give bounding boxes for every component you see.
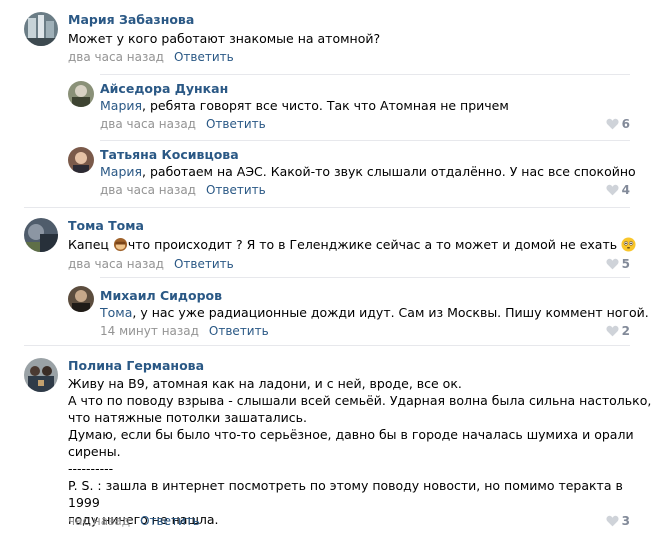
reply-button[interactable]: Ответить: [209, 324, 269, 338]
divider: [100, 277, 630, 278]
divider: [100, 74, 630, 75]
heart-icon: [606, 184, 619, 196]
heart-icon: [606, 515, 619, 527]
heart-icon: [606, 258, 619, 270]
like-button[interactable]: 4: [606, 183, 630, 197]
comment-text: Живу на В9, атомная как на ладони, и с н…: [68, 376, 652, 527]
comment-author[interactable]: Михаил Сидоров: [100, 288, 222, 303]
heart-icon: [606, 325, 619, 337]
mention-link[interactable]: Тома: [100, 305, 132, 320]
comment: Полина Германова Живу на В9, атомная как…: [0, 348, 656, 534]
avatar[interactable]: [24, 358, 58, 392]
comment-reply: Айседора Дункан Мария, ребята говорят вс…: [0, 76, 656, 142]
flushed-emoji-icon: [621, 237, 636, 252]
comment-meta: 14 минут назад Ответить: [100, 324, 269, 338]
comment: Тома Тома Капец что происходит ? Я то в …: [0, 210, 656, 282]
mention-link[interactable]: Мария: [100, 98, 142, 113]
reply-button[interactable]: Ответить: [206, 183, 266, 197]
like-button[interactable]: 3: [606, 514, 630, 528]
comment-text: Капец что происходит ? Я то в Геленджике…: [68, 236, 636, 253]
heart-icon: [606, 118, 619, 130]
like-button[interactable]: 2: [606, 324, 630, 338]
like-count: 2: [621, 324, 630, 338]
comment-author[interactable]: Айседора Дункан: [100, 81, 228, 96]
divider: [24, 207, 630, 208]
like-button[interactable]: 6: [606, 117, 630, 131]
comment-author[interactable]: Полина Германова: [68, 358, 204, 373]
comment-time[interactable]: два часа назад: [68, 50, 164, 64]
mention-link[interactable]: Мария: [100, 164, 142, 179]
comment-meta: два часа назад Ответить: [100, 183, 266, 197]
comment-time[interactable]: 14 минут назад: [100, 324, 199, 338]
comment-meta: два часа назад Ответить: [100, 117, 266, 131]
comment-time[interactable]: два часа назад: [100, 117, 196, 131]
comment-text: Тома, у нас уже радиационные дожди идут.…: [100, 305, 649, 320]
comment: Мария Забазнова Может у кого работают зн…: [0, 0, 656, 76]
avatar[interactable]: [24, 218, 58, 252]
comment-meta: два часа назад Ответить: [68, 50, 234, 64]
comment-reply: Михаил Сидоров Тома, у нас уже радиацион…: [0, 280, 656, 344]
comment-text: Может у кого работают знакомые на атомно…: [68, 31, 381, 46]
like-button[interactable]: 5: [606, 257, 630, 271]
comment-text: Мария, работаем на АЭС. Какой-то звук сл…: [100, 164, 636, 179]
divider: [100, 140, 630, 141]
comment-text: Мария, ребята говорят все чисто. Так что…: [100, 98, 509, 113]
reply-button[interactable]: Ответить: [206, 117, 266, 131]
comment-author[interactable]: Тома Тома: [68, 218, 144, 233]
divider: [24, 345, 630, 346]
comment-author[interactable]: Мария Забазнова: [68, 12, 194, 27]
comment-meta: час назад Ответить: [68, 514, 200, 528]
avatar[interactable]: [24, 12, 58, 46]
comment-meta: два часа назад Ответить: [68, 257, 234, 271]
avatar[interactable]: [68, 286, 94, 312]
reply-button[interactable]: Ответить: [174, 257, 234, 271]
reply-button[interactable]: Ответить: [140, 514, 200, 528]
like-count: 5: [621, 257, 630, 271]
comment-time[interactable]: два часа назад: [100, 183, 196, 197]
comment-time[interactable]: два часа назад: [68, 257, 164, 271]
monkey-emoji-icon: [113, 237, 128, 252]
like-count: 4: [621, 183, 630, 197]
avatar[interactable]: [68, 81, 94, 107]
comment-reply: Татьяна Косивцова Мария, работаем на АЭС…: [0, 142, 656, 208]
comment-author[interactable]: Татьяна Косивцова: [100, 147, 239, 162]
comment-time[interactable]: час назад: [68, 514, 130, 528]
like-count: 6: [621, 117, 630, 131]
like-count: 3: [621, 514, 630, 528]
reply-button[interactable]: Ответить: [174, 50, 234, 64]
avatar[interactable]: [68, 147, 94, 173]
